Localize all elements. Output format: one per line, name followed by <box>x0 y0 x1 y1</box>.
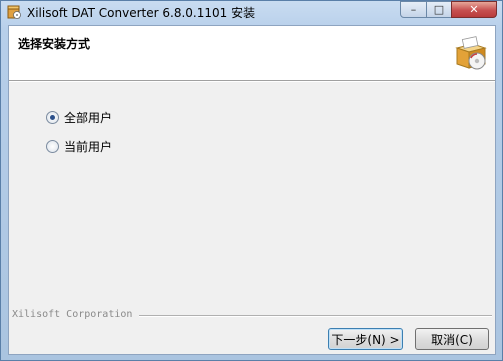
page-title: 选择安装方式 <box>18 37 91 51</box>
installer-box-icon <box>455 36 487 70</box>
header-panel: 选择安装方式 <box>9 26 495 80</box>
radio-button[interactable] <box>46 140 59 153</box>
option-all-users[interactable]: 全部用户 <box>46 109 112 126</box>
option-label: 全部用户 <box>64 111 113 125</box>
close-icon: ✕ <box>469 3 479 16</box>
app-icon <box>7 5 21 19</box>
option-label: 当前用户 <box>64 140 113 154</box>
dialog-body: 选择安装方式 全部用户 当前用户 Xilisoft Corporation 下一… <box>8 25 496 355</box>
radio-button[interactable] <box>46 111 59 124</box>
company-label: Xilisoft Corporation <box>12 309 133 320</box>
minimize-button[interactable]: – <box>400 1 427 18</box>
maximize-button[interactable]: □ <box>426 1 452 18</box>
next-button[interactable]: 下一步(N) > <box>328 328 403 350</box>
maximize-icon: □ <box>433 3 445 16</box>
window-title: Xilisoft DAT Converter 6.8.0.1101 安装 <box>27 6 256 20</box>
minimize-icon: – <box>410 3 417 16</box>
installer-window: Xilisoft DAT Converter 6.8.0.1101 安装 – □… <box>0 0 503 361</box>
option-current-user[interactable]: 当前用户 <box>46 138 112 155</box>
title-bar[interactable]: Xilisoft DAT Converter 6.8.0.1101 安装 – □… <box>1 1 502 23</box>
close-button[interactable]: ✕ <box>451 1 497 18</box>
cancel-button[interactable]: 取消(C) <box>415 328 489 350</box>
